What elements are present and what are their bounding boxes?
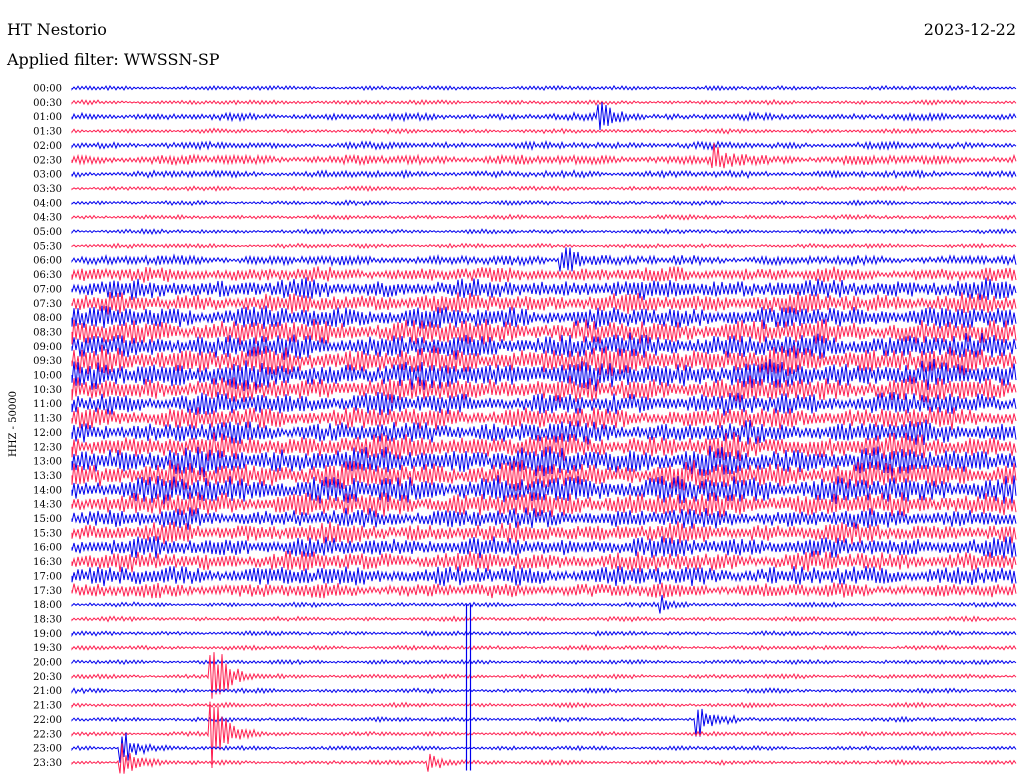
time-tick-label: 12:00 <box>33 428 62 439</box>
helicorder-plot: 00:00 00:30 01:00 01:30 02:00 02:30 03:00 03:30… <box>8 84 1017 774</box>
time-tick-label: 18:00 <box>33 600 62 611</box>
time-tick-label: 04:00 <box>33 198 62 209</box>
trace-line-0100 <box>71 102 1017 131</box>
time-tick-labels: 00:00 00:30 01:00 01:30 02:00 02:30 03:00 03:30… <box>33 84 62 769</box>
time-tick-label: 07:00 <box>33 284 62 295</box>
time-tick-label: 09:30 <box>33 356 62 367</box>
time-tick-label: 02:00 <box>33 141 62 152</box>
time-tick-label: 10:00 <box>33 371 62 382</box>
time-tick-label: 03:30 <box>33 184 62 195</box>
time-tick-label: 02:30 <box>33 155 62 166</box>
trace-line-0730 <box>71 292 1017 315</box>
time-tick-label: 22:30 <box>33 729 62 740</box>
trace-line-1800 <box>71 594 1017 614</box>
trace-line-0030 <box>71 98 1017 106</box>
y-axis-label: HHZ - 50000 <box>8 391 19 457</box>
time-tick-label: 23:30 <box>33 758 62 769</box>
time-tick-label: 08:30 <box>33 327 62 338</box>
trace-line-1700 <box>71 565 1017 587</box>
time-tick-label: 20:00 <box>33 658 62 669</box>
time-tick-label: 05:30 <box>33 241 62 252</box>
time-tick-label: 19:00 <box>33 629 62 640</box>
trace-layer <box>71 84 1017 774</box>
trace-line-1730 <box>71 582 1017 599</box>
time-tick-label: 17:00 <box>33 571 62 582</box>
trace-line-0700 <box>71 277 1017 301</box>
time-tick-label: 04:30 <box>33 213 62 224</box>
trace-line-1930 <box>71 644 1017 652</box>
trace-line-2230 <box>71 701 1017 769</box>
time-tick-label: 08:00 <box>33 313 62 324</box>
teleseism-spike <box>465 604 472 771</box>
trace-line-1900 <box>71 629 1017 638</box>
time-tick-label: 17:30 <box>33 586 62 597</box>
time-tick-label: 19:30 <box>33 643 62 654</box>
time-tick-label: 06:00 <box>33 256 62 267</box>
trace-line-0000 <box>71 84 1017 92</box>
time-tick-label: 16:30 <box>33 557 62 568</box>
trace-line-0630 <box>71 266 1017 283</box>
time-tick-label: 05:00 <box>33 227 62 238</box>
trace-line-0530 <box>71 242 1017 250</box>
time-tick-label: 03:00 <box>33 170 62 181</box>
time-tick-label: 16:00 <box>33 543 62 554</box>
time-tick-label: 23:00 <box>33 744 62 755</box>
time-tick-label: 14:30 <box>33 500 62 511</box>
time-tick-label: 13:30 <box>33 471 62 482</box>
time-tick-label: 09:00 <box>33 342 62 353</box>
trace-line-0300 <box>71 168 1017 180</box>
time-tick-label: 14:00 <box>33 485 62 496</box>
trace-line-0200 <box>71 139 1017 152</box>
trace-line-1830 <box>71 615 1017 623</box>
trace-line-2300 <box>71 732 1017 763</box>
trace-line-0600 <box>71 247 1017 272</box>
time-tick-label: 10:30 <box>33 385 62 396</box>
time-tick-label: 21:00 <box>33 686 62 697</box>
trace-line-2100 <box>71 687 1017 695</box>
time-tick-label: 00:00 <box>33 84 62 95</box>
time-tick-label: 21:30 <box>33 701 62 712</box>
time-tick-label: 15:00 <box>33 514 62 525</box>
time-tick-label: 00:30 <box>33 98 62 109</box>
trace-line-0130 <box>71 127 1017 135</box>
time-tick-label: 20:30 <box>33 672 62 683</box>
time-tick-label: 13:00 <box>33 457 62 468</box>
time-tick-label: 11:00 <box>33 399 62 410</box>
time-tick-label: 15:30 <box>33 528 62 539</box>
time-tick-label: 18:30 <box>33 614 62 625</box>
trace-line-0330 <box>71 185 1017 193</box>
time-tick-label: 07:30 <box>33 299 62 310</box>
time-tick-label: 11:30 <box>33 414 62 425</box>
time-tick-label: 12:30 <box>33 442 62 453</box>
trace-line-0430 <box>71 213 1017 221</box>
trace-line-2130 <box>71 701 1017 709</box>
time-tick-label: 01:30 <box>33 127 62 138</box>
trace-line-0500 <box>71 227 1017 236</box>
time-tick-label: 06:30 <box>33 270 62 281</box>
trace-line-0400 <box>71 199 1017 207</box>
time-tick-label: 22:00 <box>33 715 62 726</box>
time-tick-label: 01:00 <box>33 112 62 123</box>
